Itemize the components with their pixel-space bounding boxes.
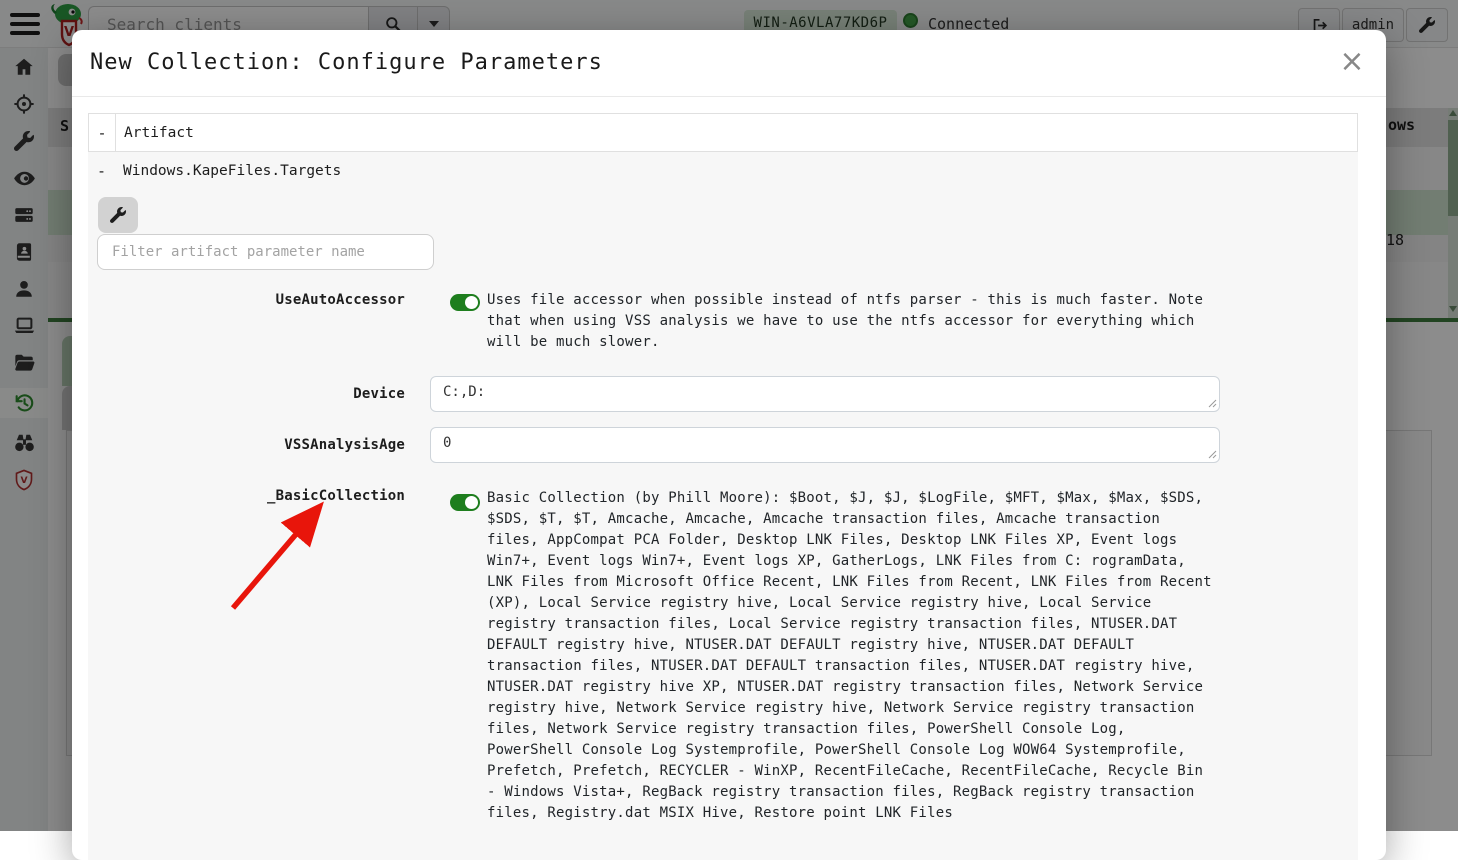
wrench-icon [110, 207, 126, 223]
close-icon[interactable]: × [1334, 44, 1370, 80]
vssanalysisage-input[interactable]: 0 [430, 427, 1220, 463]
artifact-accordion-header[interactable]: - Artifact [88, 113, 1358, 152]
parameter-row-basiccollection: _BasicCollection Basic Collection (by Ph… [88, 488, 1358, 824]
parameter-description: Basic Collection (by Phill Moore): $Boot… [487, 488, 1214, 824]
parameter-row-device: Device C:,D: [88, 376, 1358, 412]
resize-grip-icon[interactable] [1208, 450, 1217, 459]
parameter-description: Uses file accessor when possible instead… [487, 290, 1214, 353]
configure-parameters-dialog: New Collection: Configure Parameters × -… [72, 30, 1386, 860]
dialog-body: - Artifact - Windows.KapeFiles.Targets U… [72, 97, 1386, 860]
artifact-name-label: Windows.KapeFiles.Targets [115, 163, 341, 179]
dialog-title: New Collection: Configure Parameters [90, 50, 603, 75]
parameter-name-label: _BasicCollection [88, 488, 405, 504]
artifact-section-label: Artifact [116, 114, 194, 151]
parameter-tools-button[interactable] [98, 197, 138, 233]
collapse-minus-icon[interactable]: - [89, 114, 116, 151]
toggle-knob [465, 296, 478, 309]
collapse-minus-icon[interactable]: - [88, 162, 115, 180]
toggle-knob [465, 496, 478, 509]
parameter-row-useautoaccessor: UseAutoAccessor Uses file accessor when … [88, 290, 1358, 353]
kapefiles-accordion-header[interactable]: - Windows.KapeFiles.Targets [88, 152, 1358, 190]
filter-parameter-input[interactable] [97, 234, 434, 270]
resize-grip-icon[interactable] [1208, 399, 1217, 408]
parameter-name-label: VSSAnalysisAge [88, 427, 405, 453]
basiccollection-toggle[interactable] [450, 494, 480, 511]
parameter-row-vssanalysisage: VSSAnalysisAge 0 [88, 427, 1358, 463]
device-input[interactable]: C:,D: [430, 376, 1220, 412]
dialog-header: New Collection: Configure Parameters × [72, 30, 1386, 97]
artifact-parameters-section: - Windows.KapeFiles.Targets UseAutoAcces… [88, 152, 1358, 860]
parameter-name-label: Device [88, 376, 405, 402]
useautoaccessor-toggle[interactable] [450, 294, 480, 311]
parameter-name-label: UseAutoAccessor [88, 290, 405, 308]
